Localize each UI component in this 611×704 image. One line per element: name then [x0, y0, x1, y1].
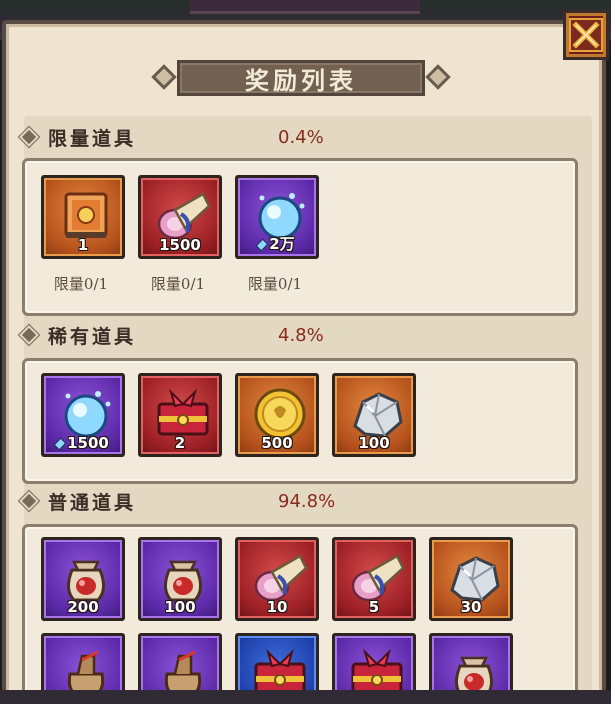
item-count-value: 1500 — [159, 236, 201, 254]
limit-label: 限量0/1 — [53, 275, 109, 293]
scroll-icon — [157, 192, 211, 240]
item-count-value: 30 — [460, 598, 482, 616]
gem-icon — [257, 240, 268, 250]
section-title: 普通道具 — [48, 491, 137, 514]
treasure-chest-icon — [157, 388, 209, 436]
section-item-box: 1500 2 500 100 — [22, 358, 578, 484]
scroll-icon — [351, 554, 405, 602]
reward-item-slot[interactable]: 1500 — [41, 373, 125, 457]
reward-item-slot[interactable]: 30 — [429, 537, 513, 621]
page-title: 奖励列表 — [245, 65, 357, 95]
silver-ore-icon — [353, 392, 403, 438]
reward-item-slot[interactable]: 2 — [138, 373, 222, 457]
reward-item-slot[interactable]: 200 — [41, 537, 125, 621]
item-count: 30 — [432, 598, 510, 616]
item-count: 500 — [238, 434, 316, 452]
section-bullet-icon — [21, 493, 37, 509]
reward-item-slot[interactable]: 5 — [332, 537, 416, 621]
section-drop-rate: 4.8% — [278, 324, 324, 346]
item-count-value: 5 — [368, 598, 380, 616]
item-count-value: 2万 — [269, 235, 295, 253]
item-count-value: 500 — [261, 434, 293, 452]
limit-label: 限量0/1 — [150, 275, 206, 293]
reward-item-slot[interactable]: 10 — [235, 537, 319, 621]
section-item-box: 1 限量0/1 1500 限量0/1 2万限量0/1 — [22, 158, 578, 316]
item-count: 10 — [238, 598, 316, 616]
item-count: 1500 — [141, 236, 219, 254]
title-ornament-left — [151, 64, 177, 90]
scene-banner — [190, 0, 420, 14]
title-bar: 奖励列表 — [177, 60, 425, 96]
reward-item-slot[interactable]: 100 — [332, 373, 416, 457]
item-count: 5 — [335, 598, 413, 616]
section-item-box: 200 100 10 5 30 — [22, 524, 578, 704]
item-count: 1 — [44, 236, 122, 254]
section-drop-rate: 0.4% — [278, 126, 324, 148]
pouch-icon — [164, 560, 202, 602]
reward-item-slot[interactable]: 1500 — [138, 175, 222, 259]
section-header: 普通道具 94.8% — [20, 486, 335, 516]
pouch-icon — [67, 560, 105, 602]
gem-icon — [55, 439, 66, 449]
reward-list-panel: 奖励列表 限量道具 0.4% 1 限量0/1 1500 限量0/1 2万限量0/1 稀有道具 4… — [2, 20, 606, 704]
item-count-value: 100 — [164, 598, 196, 616]
item-count-value: 200 — [67, 598, 99, 616]
reward-item-slot[interactable]: 100 — [138, 537, 222, 621]
item-count: 100 — [335, 434, 413, 452]
reward-item-slot[interactable]: 1 — [41, 175, 125, 259]
section-title: 稀有道具 — [48, 325, 137, 348]
reward-list-content[interactable]: 限量道具 0.4% 1 限量0/1 1500 限量0/1 2万 限量0/1 稀有道具 4.8% 15… — [21, 116, 592, 704]
item-count: 200 — [44, 598, 122, 616]
title-ornament-right — [425, 64, 451, 90]
reward-item-slot[interactable]: 2万 — [235, 175, 319, 259]
reward-item-slot[interactable]: 500 — [235, 373, 319, 457]
section-bullet-icon — [21, 327, 37, 343]
item-count-value: 1 — [77, 236, 89, 254]
limit-label: 限量0/1 — [247, 275, 303, 293]
item-count-value: 2 — [174, 434, 186, 452]
section-title: 限量道具 — [48, 127, 137, 150]
item-count: 2万 — [238, 233, 316, 254]
title-banner: 奖励列表 — [151, 58, 451, 98]
item-count: 100 — [141, 598, 219, 616]
gold-coin-icon — [254, 388, 306, 440]
close-icon — [569, 18, 603, 52]
spellbook-icon — [64, 192, 108, 238]
item-count-value: 1500 — [67, 434, 109, 452]
section-drop-rate: 94.8% — [278, 490, 336, 512]
item-count: 2 — [141, 434, 219, 452]
section-header: 限量道具 0.4% — [20, 122, 324, 152]
close-button[interactable] — [563, 10, 609, 60]
spirit-crystal-icon — [64, 391, 111, 438]
item-count: 1500 — [44, 434, 122, 452]
item-count-value: 100 — [358, 434, 390, 452]
silver-ore-icon — [450, 556, 500, 602]
scroll-icon — [254, 554, 308, 602]
section-bullet-icon — [21, 129, 37, 145]
bottom-edge — [0, 690, 611, 704]
item-count-value: 10 — [266, 598, 288, 616]
section-header: 稀有道具 4.8% — [20, 320, 324, 350]
